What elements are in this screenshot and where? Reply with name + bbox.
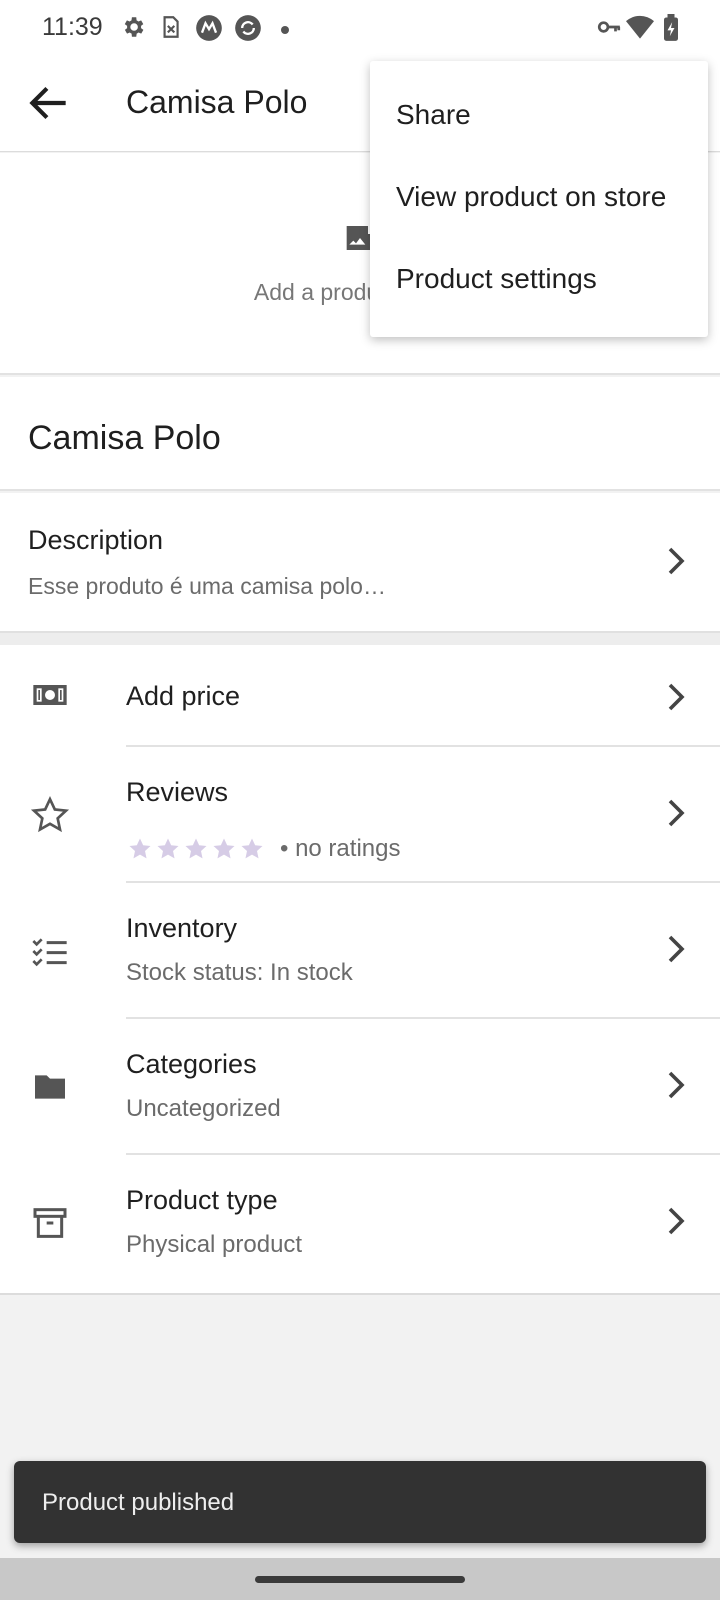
snackbar-message: Product published: [42, 1489, 235, 1516]
star-outline-icon: [30, 795, 70, 835]
arrow-back-icon: [29, 86, 66, 120]
motorola-logo-icon: [195, 14, 222, 41]
star-icon: [129, 838, 151, 859]
reviews-row[interactable]: Reviews • no ratings: [0, 747, 720, 883]
rating-stars: • no ratings: [126, 835, 400, 863]
chevron-right-icon: [666, 547, 686, 575]
money-icon: [30, 675, 70, 715]
home-gesture-handle[interactable]: [255, 1576, 465, 1583]
page-title: Camisa Polo: [126, 84, 308, 120]
description-title: Description: [28, 525, 164, 555]
chevron-right-icon: [666, 935, 686, 963]
back-button[interactable]: [24, 78, 74, 128]
categories-row[interactable]: Categories Uncategorized: [0, 1019, 720, 1155]
star-icon: [241, 838, 263, 859]
folder-icon: [30, 1067, 70, 1107]
menu-item-share[interactable]: Share: [396, 99, 471, 131]
vpn-key-icon: [596, 14, 622, 40]
product-name: Camisa Polo: [28, 419, 221, 457]
overflow-menu: Share View product on store Product sett…: [370, 61, 708, 337]
notification-dot-icon: [280, 22, 290, 34]
sync-app-icon: [234, 14, 261, 41]
description-text: Esse produto é uma camisa polo…: [28, 573, 386, 599]
add-price-row[interactable]: Add price: [0, 645, 720, 747]
section-divider: [0, 631, 720, 645]
menu-item-view-on-store[interactable]: View product on store: [396, 181, 666, 213]
sim-card-icon: [157, 14, 183, 40]
snackbar: Product published: [14, 1461, 706, 1543]
product-type-value: Physical product: [126, 1231, 303, 1258]
product-title-section[interactable]: Camisa Polo: [0, 377, 720, 491]
categories-value: Uncategorized: [126, 1095, 281, 1122]
archive-box-icon: [30, 1203, 70, 1243]
star-icon: [185, 838, 207, 859]
product-type-title: Product type: [126, 1185, 278, 1215]
star-icon: [213, 838, 235, 859]
add-price-label: Add price: [126, 681, 241, 711]
wifi-icon: [626, 14, 654, 40]
battery-charging-icon: [662, 14, 688, 41]
inventory-row[interactable]: Inventory Stock status: In stock: [0, 883, 720, 1019]
status-bar: 11:39: [0, 0, 720, 54]
product-properties-list: Add price Reviews • no ratings Inventory: [0, 645, 720, 1295]
categories-title: Categories: [126, 1049, 257, 1079]
system-nav-bar: [0, 1558, 720, 1600]
reviews-title: Reviews: [126, 777, 229, 807]
product-type-row[interactable]: Product type Physical product: [0, 1155, 720, 1293]
inventory-title: Inventory: [126, 913, 238, 943]
chevron-right-icon: [666, 1071, 686, 1099]
settings-gear-icon: [120, 14, 146, 40]
chevron-right-icon: [666, 1207, 686, 1235]
checklist-icon: [30, 931, 70, 971]
inventory-status: Stock status: In stock: [126, 959, 353, 986]
ratings-count: • no ratings: [280, 835, 401, 862]
chevron-right-icon: [666, 683, 686, 711]
menu-item-product-settings[interactable]: Product settings: [396, 263, 597, 295]
description-row[interactable]: Description Esse produto é uma camisa po…: [0, 493, 720, 631]
chevron-right-icon: [666, 799, 686, 827]
star-icon: [157, 838, 179, 859]
status-time: 11:39: [42, 13, 103, 41]
